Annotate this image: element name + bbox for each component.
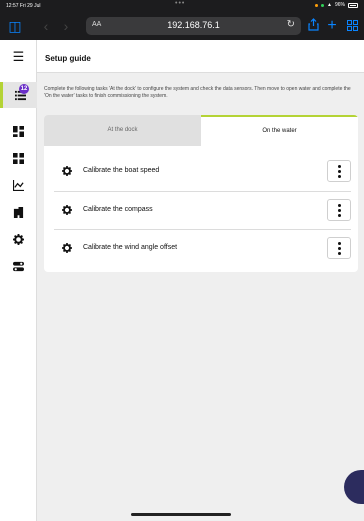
task-label: Calibrate the boat speed <box>83 167 160 174</box>
sidebar <box>0 40 37 521</box>
status-bar: 12:57 Fri 29 Jul ••• ▲ 96% <box>0 0 364 12</box>
app-background <box>0 40 364 521</box>
kebab-dot-icon <box>337 203 341 207</box>
address-bar[interactable]: AA 192.168.76.1 ↻ <box>86 17 301 35</box>
kebab-dot-icon <box>337 169 341 173</box>
task-menu-button[interactable] <box>327 237 351 259</box>
menu-icon[interactable]: ☰ <box>0 40 37 73</box>
kebab-dot-icon <box>337 208 341 212</box>
battery-icon <box>348 2 358 8</box>
reload-icon[interactable]: ↻ <box>287 19 295 30</box>
home-indicator[interactable] <box>131 513 231 516</box>
tab-at-the-dock[interactable]: At the dock <box>44 115 201 146</box>
toggle-icon <box>13 261 24 271</box>
gear-icon <box>62 243 72 253</box>
task-label: Calibrate the compass <box>83 206 153 213</box>
multitask-dots-icon[interactable]: ••• <box>175 0 185 7</box>
battery-percent: 96% <box>334 2 345 8</box>
kebab-dot-icon <box>337 241 341 245</box>
kebab-dot-icon <box>337 251 341 255</box>
page-title: Setup guide <box>45 54 91 63</box>
green-indicator-icon <box>321 3 325 7</box>
task-label: Calibrate the wind angle offset <box>83 244 178 251</box>
kebab-dot-icon <box>337 213 341 217</box>
forward-icon[interactable]: › <box>60 18 72 34</box>
task-row[interactable]: Calibrate the compass <box>54 191 351 229</box>
dashboard-icon <box>13 125 24 137</box>
new-tab-icon[interactable]: + <box>325 18 339 34</box>
task-row[interactable]: Calibrate the wind angle offset <box>54 229 351 267</box>
sidebar-item-dashboard[interactable] <box>0 118 37 144</box>
sidebar-item-system[interactable] <box>0 199 37 225</box>
back-icon[interactable]: ‹ <box>40 18 52 34</box>
status-right: ▲ 96% <box>315 2 358 8</box>
share-icon[interactable] <box>306 18 320 34</box>
sidebar-item-charts[interactable] <box>0 172 37 198</box>
gear-icon <box>62 205 72 215</box>
kebab-dot-icon <box>337 164 341 168</box>
grid-icon <box>13 152 24 164</box>
tabs-overview-icon[interactable] <box>345 18 359 34</box>
sidebar-item-setup-guide[interactable]: 12 <box>0 82 37 108</box>
task-menu-button[interactable] <box>327 160 351 182</box>
wifi-icon: ▲ <box>327 2 332 8</box>
orange-indicator-icon <box>315 3 319 7</box>
kebab-dot-icon <box>337 174 341 178</box>
status-time: 12:57 Fri 29 Jul <box>6 3 41 9</box>
kebab-dot-icon <box>337 246 341 250</box>
browser-toolbar: ◫ ‹ › AA 192.168.76.1 ↻ + <box>0 12 364 40</box>
setup-card: At the dock On the water Calibrate the b… <box>44 115 358 272</box>
notification-badge: 12 <box>19 84 29 94</box>
task-menu-button[interactable] <box>327 199 351 221</box>
tab-on-the-water[interactable]: On the water <box>201 115 358 146</box>
gear-icon <box>13 233 24 245</box>
top-bar: Setup guide <box>37 40 364 73</box>
sidebar-toggle-icon[interactable]: ◫ <box>6 18 24 34</box>
url-text: 192.168.76.1 <box>167 20 220 30</box>
intro-text: Complete the following tasks 'At the doc… <box>44 86 351 99</box>
task-row[interactable]: Calibrate the boat speed <box>54 153 351 191</box>
building-icon <box>13 206 24 218</box>
sidebar-item-data[interactable] <box>0 145 37 171</box>
line-chart-icon <box>13 179 24 191</box>
sidebar-item-controls[interactable] <box>0 253 37 279</box>
gear-icon <box>62 166 72 176</box>
sidebar-item-settings[interactable] <box>0 226 37 252</box>
